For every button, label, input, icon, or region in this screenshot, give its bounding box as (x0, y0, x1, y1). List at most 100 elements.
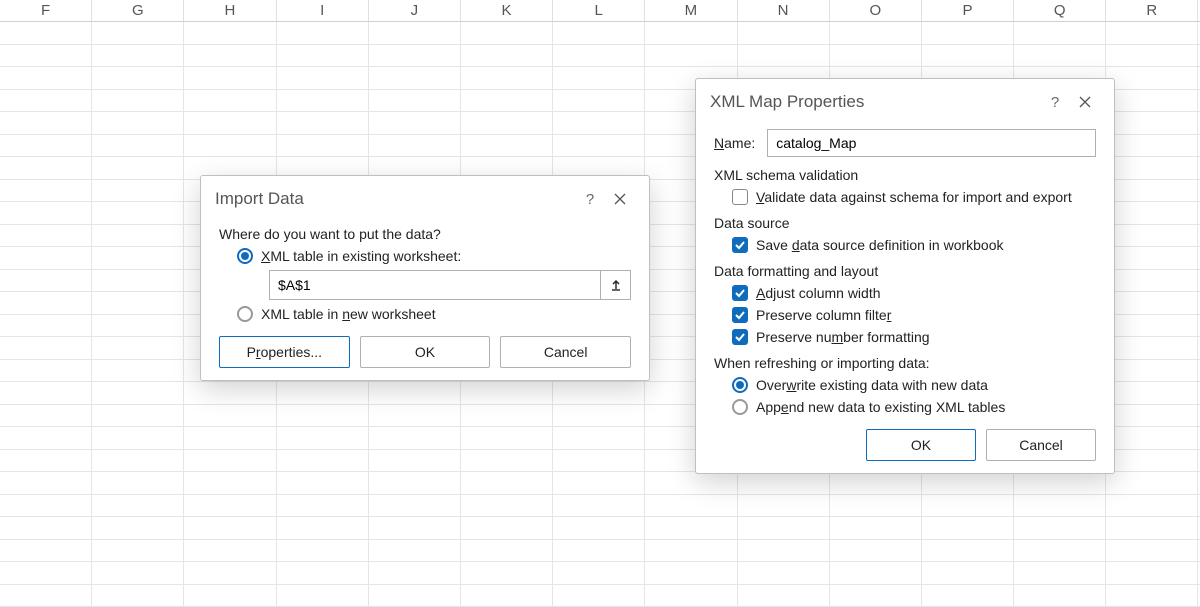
grid-cell[interactable] (369, 90, 461, 112)
cancel-button[interactable]: Cancel (986, 429, 1096, 461)
grid-cell[interactable] (277, 562, 369, 584)
grid-cell[interactable] (553, 382, 645, 404)
grid-cell[interactable] (1106, 517, 1198, 539)
grid-cell[interactable] (1106, 90, 1198, 112)
grid-cell[interactable] (369, 540, 461, 562)
grid-cell[interactable] (1014, 45, 1106, 67)
column-header[interactable]: P (922, 0, 1014, 21)
grid-cell[interactable] (461, 450, 553, 472)
grid-cell[interactable] (553, 562, 645, 584)
ok-button[interactable]: OK (360, 336, 491, 368)
grid-cell[interactable] (830, 495, 922, 517)
grid-cell[interactable] (922, 517, 1014, 539)
radio-new-worksheet[interactable]: XML table in new worksheet (237, 306, 631, 322)
grid-cell[interactable] (553, 585, 645, 607)
cell-reference-field[interactable] (270, 277, 600, 293)
grid-cell[interactable] (0, 45, 92, 67)
grid-cell[interactable] (0, 180, 92, 202)
close-icon[interactable] (605, 186, 635, 212)
grid-cell[interactable] (738, 22, 830, 44)
grid-cell[interactable] (0, 247, 92, 269)
grid-cell[interactable] (92, 360, 184, 382)
grid-cell[interactable] (830, 517, 922, 539)
grid-cell[interactable] (369, 517, 461, 539)
grid-cell[interactable] (738, 472, 830, 494)
cancel-button[interactable]: Cancel (500, 336, 631, 368)
grid-cell[interactable] (553, 90, 645, 112)
checkbox-preserve-filter[interactable]: Preserve column filter (732, 307, 1096, 323)
grid-cell[interactable] (1014, 517, 1106, 539)
grid-cell[interactable] (461, 90, 553, 112)
grid-cell[interactable] (1106, 540, 1198, 562)
grid-cell[interactable] (553, 112, 645, 134)
grid-cell[interactable] (1106, 157, 1198, 179)
grid-cell[interactable] (922, 540, 1014, 562)
grid-cell[interactable] (553, 495, 645, 517)
grid-cell[interactable] (645, 517, 737, 539)
radio-append[interactable]: Append new data to existing XML tables (732, 399, 1096, 415)
grid-cell[interactable] (0, 405, 92, 427)
grid-cell[interactable] (184, 45, 276, 67)
grid-cell[interactable] (553, 427, 645, 449)
column-header[interactable]: O (830, 0, 922, 21)
checkbox-preserve-number[interactable]: Preserve number formatting (732, 329, 1096, 345)
cell-reference-input[interactable] (269, 270, 631, 300)
grid-cell[interactable] (553, 405, 645, 427)
ok-button[interactable]: OK (866, 429, 976, 461)
grid-cell[interactable] (738, 45, 830, 67)
grid-cell[interactable] (830, 585, 922, 607)
grid-cell[interactable] (830, 562, 922, 584)
grid-cell[interactable] (184, 90, 276, 112)
grid-cell[interactable] (1106, 45, 1198, 67)
grid-cell[interactable] (461, 495, 553, 517)
grid-cell[interactable] (92, 450, 184, 472)
grid-cell[interactable] (461, 112, 553, 134)
grid-cell[interactable] (0, 472, 92, 494)
grid-cell[interactable] (1014, 562, 1106, 584)
grid-cell[interactable] (184, 382, 276, 404)
column-header[interactable]: F (0, 0, 92, 21)
grid-cell[interactable] (92, 315, 184, 337)
grid-cell[interactable] (0, 202, 92, 224)
grid-cell[interactable] (1106, 67, 1198, 89)
grid-cell[interactable] (92, 270, 184, 292)
grid-cell[interactable] (830, 540, 922, 562)
grid-cell[interactable] (0, 157, 92, 179)
grid-cell[interactable] (92, 292, 184, 314)
grid-cell[interactable] (92, 585, 184, 607)
grid-cell[interactable] (922, 45, 1014, 67)
grid-cell[interactable] (369, 45, 461, 67)
grid-cell[interactable] (1106, 292, 1198, 314)
grid-cell[interactable] (1106, 382, 1198, 404)
grid-cell[interactable] (277, 382, 369, 404)
grid-cell[interactable] (0, 67, 92, 89)
grid-cell[interactable] (0, 315, 92, 337)
grid-cell[interactable] (1106, 270, 1198, 292)
grid-cell[interactable] (0, 450, 92, 472)
grid-cell[interactable] (0, 517, 92, 539)
grid-cell[interactable] (461, 135, 553, 157)
checkbox-adjust-width[interactable]: Adjust column width (732, 285, 1096, 301)
grid-cell[interactable] (0, 90, 92, 112)
grid-cell[interactable] (1106, 135, 1198, 157)
column-header[interactable]: G (92, 0, 184, 21)
name-input[interactable] (767, 129, 1096, 157)
grid-cell[interactable] (1106, 495, 1198, 517)
grid-cell[interactable] (1014, 22, 1106, 44)
grid-cell[interactable] (184, 585, 276, 607)
column-header[interactable]: M (645, 0, 737, 21)
grid-cell[interactable] (369, 112, 461, 134)
grid-cell[interactable] (277, 22, 369, 44)
grid-cell[interactable] (369, 22, 461, 44)
column-header[interactable]: H (184, 0, 276, 21)
column-header[interactable]: I (277, 0, 369, 21)
column-header[interactable]: L (553, 0, 645, 21)
grid-cell[interactable] (0, 337, 92, 359)
grid-cell[interactable] (461, 427, 553, 449)
grid-cell[interactable] (184, 67, 276, 89)
grid-cell[interactable] (277, 495, 369, 517)
grid-cell[interactable] (277, 67, 369, 89)
grid-cell[interactable] (92, 180, 184, 202)
grid-cell[interactable] (461, 22, 553, 44)
grid-cell[interactable] (92, 540, 184, 562)
